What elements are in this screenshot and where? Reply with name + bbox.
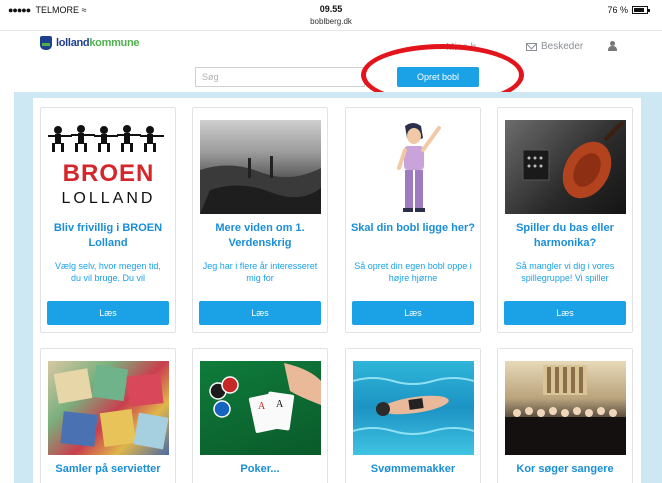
bobl-grid: BROEN LOLLAND Bliv frivillig i BROEN Lol…	[33, 98, 641, 483]
children-silhouette-icon	[48, 125, 164, 152]
address-bar[interactable]: boblberg.dk	[0, 17, 662, 26]
bobl-card[interactable]: Mere viden om 1. Verdenskrig Jeg har i f…	[192, 107, 328, 333]
bobl-image	[353, 361, 474, 455]
user-icon[interactable]	[608, 41, 617, 52]
nav-messages-label: Beskeder	[541, 41, 584, 52]
broen-logo-line2: LOLLAND	[61, 190, 156, 207]
bobl-card[interactable]: Spiller du bas eller harmonika? Så mangl…	[497, 107, 633, 333]
read-button[interactable]: Læs	[504, 301, 626, 325]
battery-percent: 76 %	[607, 5, 628, 15]
choir-photo-icon	[505, 365, 626, 455]
mail-icon	[526, 42, 537, 51]
bobl-image	[200, 120, 321, 214]
bobl-description: Vælg selv, hvor megen tid, du vil bruge.…	[55, 261, 161, 283]
bobl-title[interactable]: Mere viden om 1. Verdenskrig	[197, 221, 323, 251]
broen-logo-line1: BROEN	[62, 160, 155, 187]
site-header: lollandkommune Mine b Beskeder Opret bob…	[0, 30, 662, 92]
woman-pointing-icon	[397, 123, 441, 212]
bobl-card[interactable]: Kor søger sangere	[497, 348, 633, 483]
svg-text:A: A	[258, 401, 266, 412]
bobl-image: BROEN LOLLAND	[48, 120, 169, 214]
swimmer-photo-icon	[353, 377, 474, 435]
logo-text-part2: kommune	[89, 37, 140, 49]
read-button[interactable]: Læs	[47, 301, 169, 325]
create-bobl-button[interactable]: Opret bobl	[397, 67, 479, 87]
nav-messages[interactable]: Beskeder	[526, 41, 583, 52]
bobl-image	[353, 120, 474, 214]
bobl-title[interactable]: Skal din bobl ligge her?	[350, 221, 476, 236]
battery-indicator: 76 %	[607, 5, 650, 15]
shield-icon	[40, 36, 52, 50]
read-button[interactable]: Læs	[199, 301, 321, 325]
bobl-card[interactable]: BROEN LOLLAND Bliv frivillig i BROEN Lol…	[40, 107, 176, 333]
logo-text-part1: lolland	[56, 37, 90, 49]
napkins-photo-icon	[53, 364, 169, 450]
bobl-description: Så opret din egen bobl oppe i højre hjør…	[354, 261, 472, 283]
bobl-image	[505, 120, 626, 214]
logo-text: lollandkommune	[56, 37, 140, 49]
bobl-title[interactable]: Bliv frivillig i BROEN Lolland	[45, 221, 171, 251]
bobl-image: A A	[200, 361, 321, 455]
clock: 09.55	[319, 4, 343, 14]
status-bar: ●●●●● TELMORE ≈ 09.55 boblberg.dk 76 %	[0, 0, 662, 30]
bobl-description: Så mangler vi dig i vores spillegruppe! …	[515, 261, 615, 283]
bobl-title[interactable]: Svømmemakker	[350, 462, 476, 477]
svg-text:A: A	[276, 399, 284, 410]
bobl-title[interactable]: Samler på servietter	[45, 462, 171, 477]
bobl-card[interactable]: Svømmemakker	[345, 348, 481, 483]
battery-icon	[632, 6, 650, 14]
bobl-card[interactable]: Samler på servietter	[40, 348, 176, 483]
trench-photo-icon	[200, 156, 321, 214]
search-input[interactable]	[195, 67, 365, 87]
site-logo[interactable]: lollandkommune	[40, 36, 140, 50]
bobl-card[interactable]: Skal din bobl ligge her? Så opret din eg…	[345, 107, 481, 333]
bobl-title[interactable]: Spiller du bas eller harmonika?	[502, 221, 628, 251]
bobl-image	[505, 361, 626, 455]
bobl-description: Jeg har i flere år interesseret mig for	[202, 261, 318, 283]
bobl-title[interactable]: Poker...	[197, 462, 323, 477]
bobl-card[interactable]: A A Poker...	[192, 348, 328, 483]
read-button[interactable]: Læs	[352, 301, 474, 325]
bobl-image	[48, 361, 169, 455]
bobl-title[interactable]: Kor søger sangere	[502, 462, 628, 477]
poker-cards-icon: A A	[209, 363, 321, 433]
nav-my-bobls[interactable]: Mine b	[446, 42, 476, 53]
cello-accordion-icon	[522, 120, 625, 199]
